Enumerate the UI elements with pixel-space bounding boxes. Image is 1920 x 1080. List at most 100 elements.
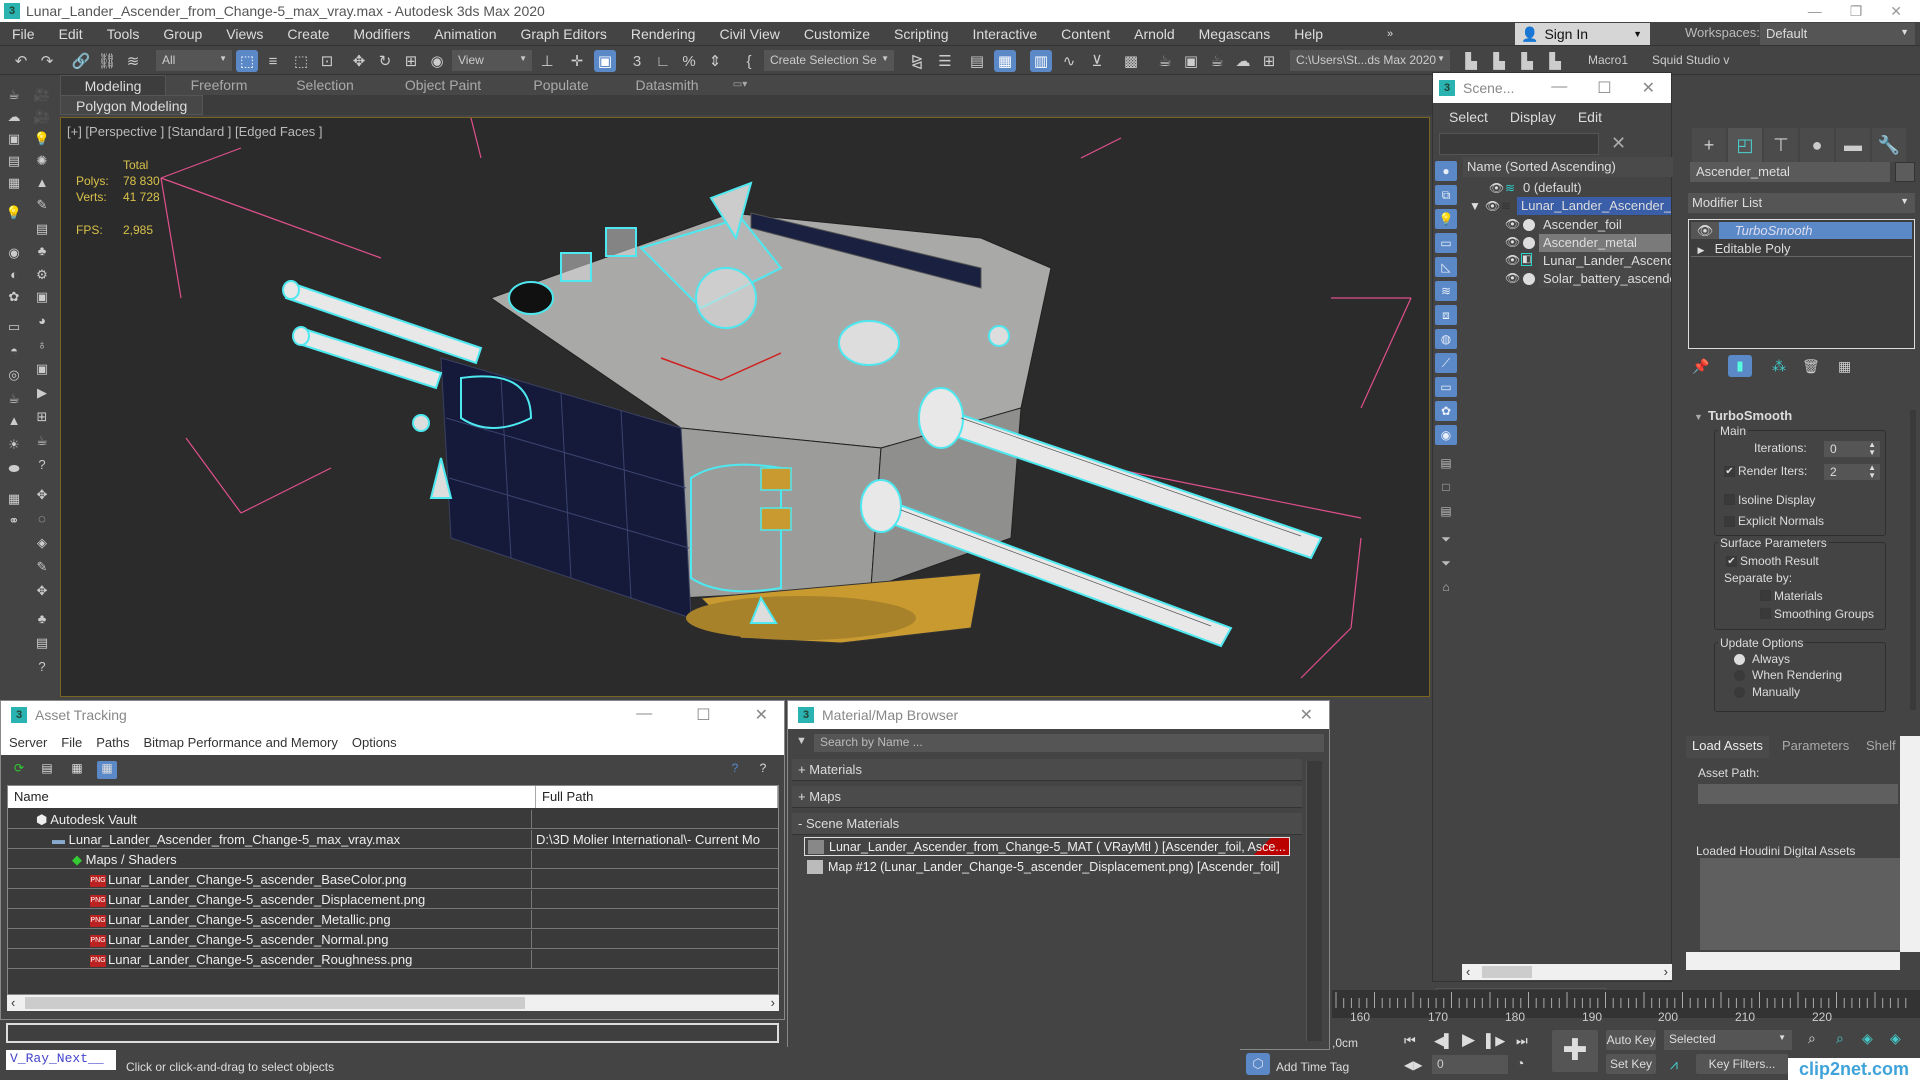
column-header-full-path[interactable]: Full Path [536,786,778,808]
minimize-button[interactable]: — [1808,3,1822,20]
houdini-horizontal-scrollbar[interactable] [1686,952,1900,970]
table-row[interactable]: PNG Lunar_Lander_Change-5_ascender_BaseCo… [8,870,778,889]
list-view-icon[interactable]: ▤ [37,761,57,779]
scroll-thumb[interactable] [1482,966,1532,978]
help-icon[interactable]: ? [32,658,52,676]
maximize-button[interactable]: ☐ [1597,78,1611,98]
remove-modifier-icon[interactable]: 🗑 [1802,358,1820,375]
menu-tools[interactable]: Tools [95,26,152,42]
menu-modifiers[interactable]: Modifiers [341,26,422,42]
tree-row-ascender-metal[interactable]: Ascender_metal [1539,234,1671,252]
molecule-icon[interactable]: ⚭ [4,512,24,530]
light-bulb-icon[interactable]: 💡 [32,130,52,148]
orbit-icon[interactable]: ◌ [32,510,52,528]
shapes-icon[interactable]: ◈ [32,534,52,552]
menu-display[interactable]: Display [1510,109,1556,125]
perspective-viewport[interactable]: [+] [Perspective ] [Standard ] [Edged Fa… [60,117,1430,697]
mirror-icon[interactable]: ⧎ [906,50,928,72]
ribbon-tab-freeform[interactable]: Freeform [166,75,272,95]
move-icon[interactable]: ✥ [348,50,370,72]
lights-filter-icon[interactable]: 💡 [1435,209,1457,229]
hierarchy-tab-icon[interactable]: ⊤ [1764,128,1798,162]
add-time-tag-button[interactable]: Add Time Tag [1276,1060,1349,1074]
maximize-button[interactable]: ☐ [696,705,710,725]
loaded-assets-list[interactable] [1700,858,1900,950]
align-icon[interactable]: ☰ [934,50,956,72]
previous-frame-button[interactable]: ◀▌ [1434,1033,1453,1049]
always-radio[interactable] [1734,654,1745,665]
menu-animation[interactable]: Animation [422,26,508,42]
asset-horizontal-scrollbar[interactable]: ‹ › [7,995,779,1011]
menu-civil-view[interactable]: Civil View [707,26,791,42]
vray-sphere-icon[interactable]: ◓ [4,342,24,360]
table-row[interactable]: PNG Lunar_Lander_Change-5_ascender_Metall… [8,910,778,929]
vray-proxy-icon[interactable]: ☕ [4,390,24,408]
redo-icon[interactable]: ↷ [36,50,58,72]
display-none-icon[interactable]: □ [1435,477,1457,497]
snaps-toggle-icon[interactable]: 3 [626,50,648,72]
menu-interactive[interactable]: Interactive [961,26,1050,42]
menu-views[interactable]: Views [214,26,275,42]
tree-icon[interactable]: ♣ [32,242,52,260]
close-button[interactable]: ✕ [1890,3,1902,20]
section-maps[interactable]: + Maps [792,786,1302,808]
geometry-filter-icon[interactable]: ● [1435,161,1457,181]
table-row[interactable]: ⬢ Autodesk Vault [8,810,778,829]
tab-shelf[interactable]: Shelf [1860,736,1902,758]
scroll-left-icon[interactable]: ‹ [1466,964,1470,979]
minimize-button[interactable]: — [636,705,652,725]
spinner-arrows-icon[interactable]: ▲ ▼ [1868,441,1876,457]
zoom-extents-icon[interactable]: ◈ [1862,1030,1873,1047]
edit-image-icon[interactable]: ✎ [32,558,52,576]
materials-checkbox[interactable] [1760,590,1771,601]
table-row[interactable]: PNG Lunar_Lander_Change-5_ascender_Roughn… [8,950,778,969]
tree-row-layer-lunar-lander[interactable]: Lunar_Lander_Ascender_fr [1517,197,1671,215]
selection-filter-dropdown[interactable]: All ▼ [156,50,232,71]
viewport-icon[interactable]: ⊞ [32,408,52,426]
key-filters-button[interactable]: Key Filters... [1696,1054,1788,1074]
tree-row-solar-battery[interactable]: Solar_battery_ascende [1539,270,1671,288]
keyboard-shortcut-override-icon[interactable]: ▣ [594,50,616,72]
angle-snap-icon[interactable]: ∟ [652,50,674,72]
menu-megascans[interactable]: Megascans [1187,26,1283,42]
scroll-left-icon[interactable]: ‹ [11,995,15,1010]
bulb-outline-icon[interactable]: ♁ [32,336,52,354]
groups-filter-icon[interactable]: ⧈ [1435,305,1457,325]
next-frame-button[interactable]: ▌▶ [1486,1033,1505,1049]
grid-panel-icon[interactable]: ▦ [4,174,24,192]
menu-graph-editors[interactable]: Graph Editors [508,26,618,42]
table-row[interactable]: PNG Lunar_Lander_Change-5_ascender_Displa… [8,890,778,909]
ribbon-tab-object-paint[interactable]: Object Paint [378,75,508,95]
workspace-select[interactable]: Default ▼ [1760,23,1915,45]
display-all-icon[interactable]: ▤ [1435,453,1457,473]
select-by-name-icon[interactable]: ≡ [262,50,284,72]
scene-explorer-titlebar[interactable]: 3 Scene... — ☐ ✕ [1433,73,1671,103]
close-button[interactable]: ✕ [1300,705,1313,725]
project-folder-icon[interactable]: ▙ [1488,50,1510,72]
rect-selection-icon[interactable]: ⬚ [290,50,312,72]
refresh-icon[interactable]: ⟳ [9,761,29,779]
spacewarps-filter-icon[interactable]: ≋ [1435,281,1457,301]
pivot-icon[interactable]: ⊥ [536,50,558,72]
invert-icon[interactable]: ▤ [1435,501,1457,521]
toggle-ribbon-icon[interactable]: ▥ [1030,50,1052,72]
tab-load-assets[interactable]: Load Assets [1686,736,1769,758]
scroll-right-icon[interactable]: › [1664,964,1668,979]
scene-search-input[interactable] [1439,133,1599,155]
rotate-icon[interactable]: ↻ [374,50,396,72]
macro1-button[interactable]: Macro1 [1588,53,1628,67]
pin-stack-icon[interactable]: 📌 [1692,358,1709,375]
turbosmooth-title[interactable]: TurboSmooth [1708,408,1792,423]
bind-space-warp-icon[interactable]: ≋ [122,50,144,72]
tree-row-lunar-lander-group[interactable]: Lunar_Lander_Ascende [1539,252,1671,270]
menu-select[interactable]: Select [1449,109,1488,125]
material-editor-icon[interactable]: ▩ [1120,50,1142,72]
manually-radio[interactable] [1734,687,1745,698]
iterations-spinner[interactable]: 0 ▲ ▼ [1824,441,1880,457]
thumbnail-view-icon[interactable]: ▦ [67,761,87,779]
go-to-start-button[interactable]: ⏮ [1404,1033,1416,1049]
container-icon[interactable]: ⌂ [1435,577,1457,597]
menu-help[interactable]: Help [1282,26,1335,42]
percent-snap-icon[interactable]: % [678,50,700,72]
cameras-filter-icon[interactable]: ▭ [1435,233,1457,253]
